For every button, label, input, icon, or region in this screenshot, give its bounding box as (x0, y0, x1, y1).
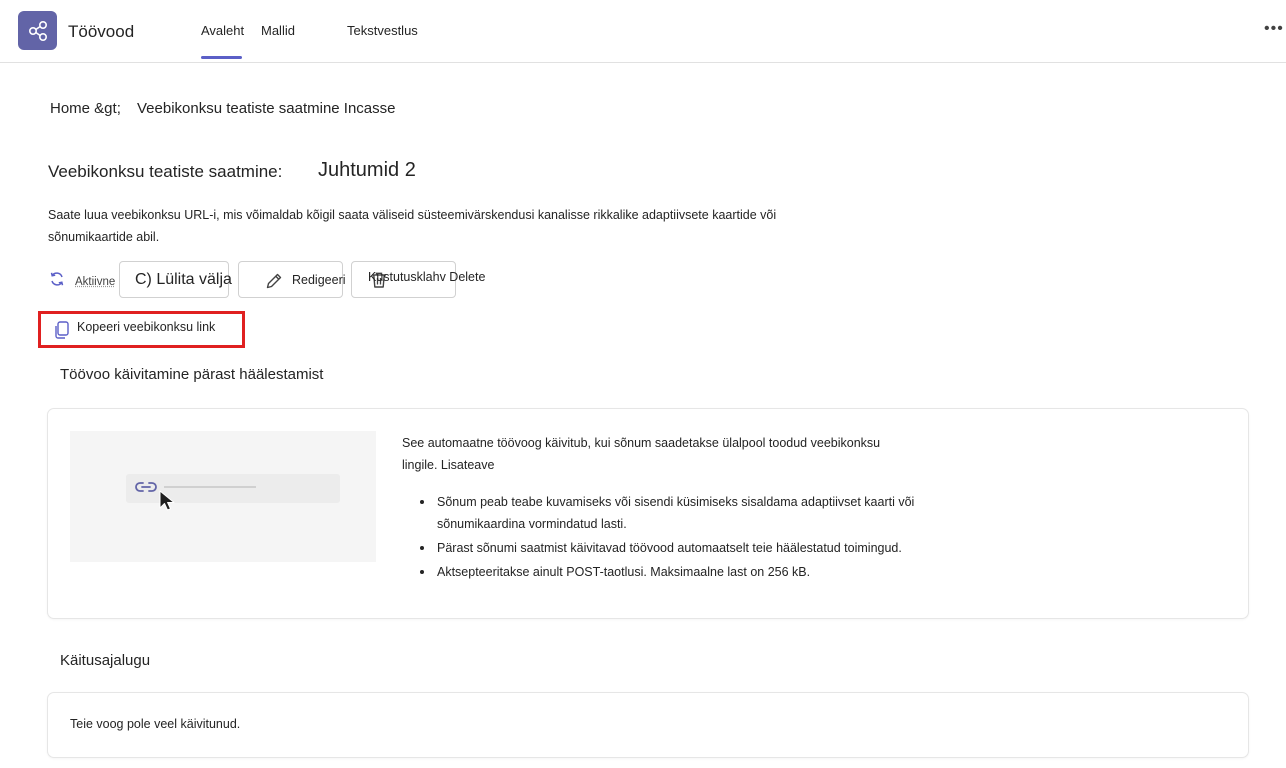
status-indicator: Aktiivne (48, 270, 115, 293)
app-title: Töövood (68, 22, 135, 41)
more-options-button[interactable]: ••• (1264, 20, 1284, 38)
illustration-line (164, 486, 256, 488)
link-icon (134, 479, 158, 500)
list-item: Sõnum peab teabe kuvamiseks või sisendi … (420, 491, 960, 535)
delete-button[interactable]: Kustutusklahv Delete (351, 261, 485, 298)
tab-chat[interactable]: Tekstvestlus (347, 23, 418, 38)
run-history-empty-text: Teie voog pole veel käivitunud. (70, 717, 241, 731)
copy-webhook-link-label: Kopeeri veebikonksu link (77, 320, 216, 334)
active-tab-indicator (201, 56, 242, 59)
page-description: Saate luua veebikonksu URL-i, mis võimal… (48, 208, 777, 244)
trigger-section-title: Töövoo käivitamine pärast häälestamist (60, 366, 324, 383)
delete-label: Kustutusklahv Delete (368, 270, 486, 284)
turn-off-button[interactable]: C) Lülita välja (119, 261, 232, 298)
tab-templates[interactable]: Mallid (261, 23, 295, 38)
trigger-intro-text: See automaatne töövoog käivitub, kui sõn… (402, 436, 881, 472)
sync-icon (48, 270, 66, 293)
status-label: Aktiivne (75, 275, 116, 288)
app-header: Töövood Avaleht Mallid Tekstvestlus ••• (0, 0, 1286, 63)
breadcrumb-current: Veebikonksu teatiste saatmine Incasse (137, 100, 396, 117)
turn-off-label: C) Lülita välja (135, 271, 232, 288)
trigger-info-card: See automaatne töövoog käivitub, kui sõn… (47, 408, 1249, 619)
tab-home-label: Avaleht (201, 23, 245, 38)
run-count: Juhtumid 2 (318, 159, 416, 181)
edit-label: Redigeeri (292, 273, 346, 287)
workflow-icon[interactable] (18, 11, 57, 50)
cursor-icon (158, 489, 180, 518)
copy-webhook-link-button[interactable]: Kopeeri veebikonksu link (38, 311, 245, 348)
breadcrumb-home[interactable]: Home &gt; (50, 100, 121, 117)
trigger-bullet-list: Sõnum peab teabe kuvamiseks või sisendi … (420, 491, 960, 585)
edit-button[interactable]: Redigeeri (238, 261, 346, 298)
list-item: Aktsepteeritakse ainult POST-taotlusi. M… (420, 561, 960, 583)
breadcrumb: Home &gt; Veebikonksu teatiste saatmine … (50, 100, 396, 117)
webhook-illustration (70, 431, 376, 562)
run-history-card: Teie voog pole veel käivitunud. (47, 692, 1249, 758)
tab-home[interactable]: Avaleht (201, 23, 245, 59)
copy-icon (54, 320, 70, 345)
run-history-title: Käitusajalugu (60, 652, 151, 669)
page-title: Veebikonksu teatiste saatmine: (48, 162, 283, 181)
list-item: Pärast sõnumi saatmist käivitavad töövoo… (420, 537, 960, 559)
pencil-icon (264, 271, 284, 296)
